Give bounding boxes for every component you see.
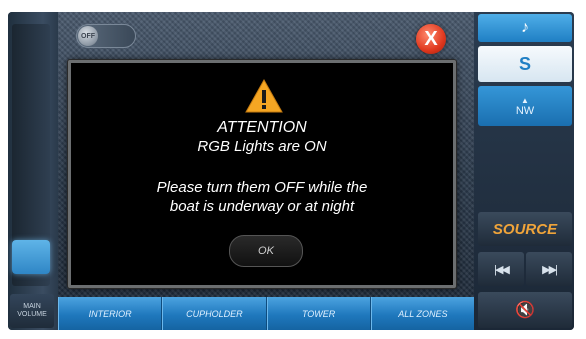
sirius-icon: S xyxy=(518,53,531,74)
compass-button[interactable]: ▲ NW xyxy=(478,86,572,126)
source-button[interactable]: SOURCE xyxy=(478,212,572,246)
mute-icon: 🔇 xyxy=(515,302,535,319)
track-controls: |◀◀ ▶▶| xyxy=(478,252,572,286)
next-track-button[interactable]: ▶▶| xyxy=(526,252,572,286)
warning-icon xyxy=(245,79,283,113)
off-toggle-knob: OFF xyxy=(78,26,98,46)
tab-interior[interactable]: INTERIOR xyxy=(58,297,163,330)
source-panel: ♪ S ▲ NW SOURCE |◀◀ ▶▶| 🔇 xyxy=(474,12,574,330)
display: MAIN VOLUME OFF X ATTENTION RGB Lights a… xyxy=(8,12,574,330)
compass-heading: NW xyxy=(515,105,535,117)
zone-tabs: INTERIOR CUPHOLDER TOWER ALL ZONES xyxy=(58,297,474,330)
music-note-icon: ♪ xyxy=(521,19,529,36)
volume-strip: MAIN VOLUME xyxy=(8,12,58,330)
previous-icon: |◀◀ xyxy=(494,263,510,276)
music-source-button[interactable]: ♪ xyxy=(478,14,572,42)
sirius-source-button[interactable]: S xyxy=(478,46,572,82)
attention-dialog: ATTENTION RGB Lights are ON Please turn … xyxy=(68,60,456,288)
tab-tower[interactable]: TOWER xyxy=(266,297,371,330)
ok-button[interactable]: OK xyxy=(229,235,303,267)
mute-button[interactable]: 🔇 xyxy=(478,292,572,328)
screen: MAIN VOLUME OFF X ATTENTION RGB Lights a… xyxy=(0,0,586,339)
dialog-subtitle: RGB Lights are ON xyxy=(197,138,327,155)
dialog-message-line1: Please turn them OFF while the xyxy=(156,179,368,196)
tab-all-zones[interactable]: ALL ZONES xyxy=(370,297,474,330)
dialog-message-line2: boat is underway or at night xyxy=(169,198,355,215)
tab-cupholder[interactable]: CUPHOLDER xyxy=(162,297,267,330)
off-toggle[interactable]: OFF xyxy=(76,24,136,48)
dialog-title: ATTENTION xyxy=(217,119,307,136)
close-button[interactable]: X xyxy=(416,24,446,54)
main-volume-label: MAIN VOLUME xyxy=(10,294,54,328)
previous-track-button[interactable]: |◀◀ xyxy=(478,252,524,286)
volume-slider-handle[interactable] xyxy=(12,240,50,274)
next-icon: ▶▶| xyxy=(542,263,558,276)
